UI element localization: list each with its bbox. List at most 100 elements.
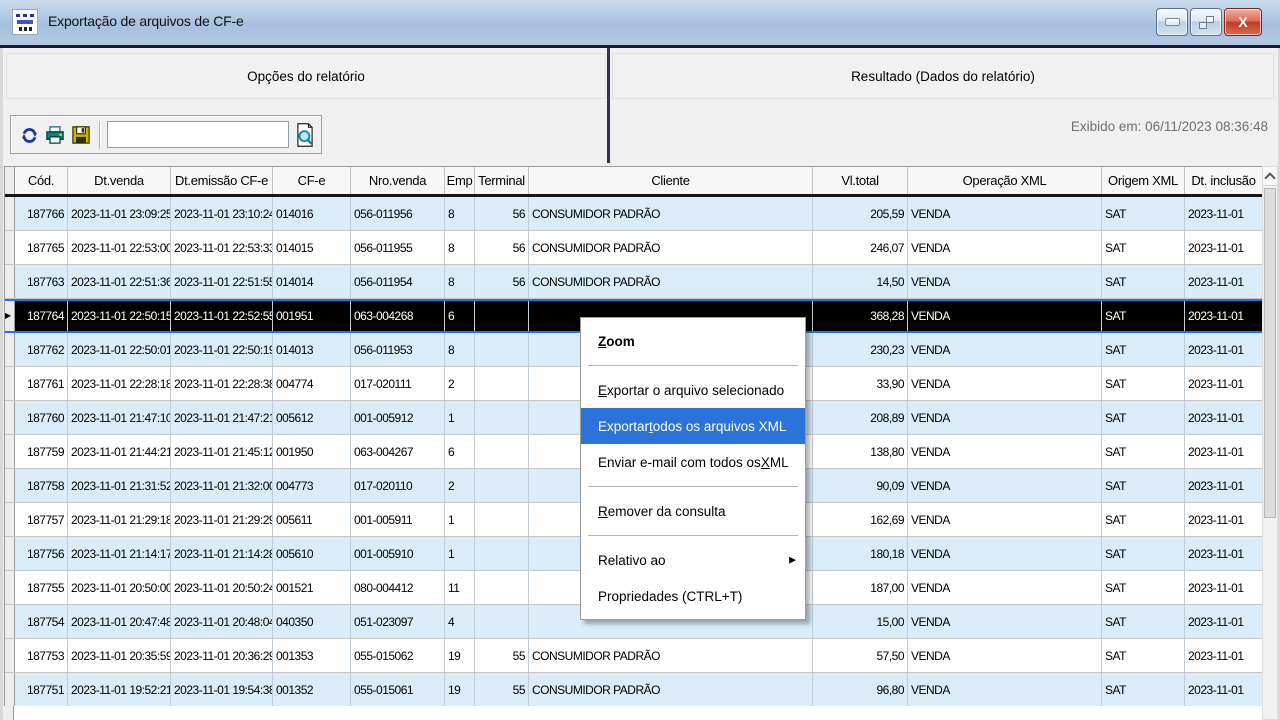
header-cell[interactable]: Terminal <box>475 167 529 194</box>
menu-item[interactable]: Relativo ao▶ <box>581 542 805 578</box>
restore-icon <box>1199 16 1214 29</box>
row-gutter <box>4 706 14 720</box>
table-cell: 2023-11-01 <box>1185 605 1263 638</box>
preview-button[interactable] <box>293 122 317 148</box>
table-cell: 57,50 <box>813 639 908 672</box>
table-cell: 187763 <box>15 265 68 298</box>
table-cell: 040350 <box>273 605 351 638</box>
table-cell: 014013 <box>273 333 351 366</box>
table-cell: 014014 <box>273 265 351 298</box>
table-cell: 2023-11-01 21:31:52 <box>68 469 171 502</box>
table-cell: VENDA <box>908 367 1102 400</box>
header-cell[interactable]: CF-e <box>273 167 351 194</box>
tab-results[interactable]: Resultado (Dados do relatório) <box>612 53 1274 99</box>
header-cell[interactable]: Dt.venda <box>68 167 171 194</box>
table-cell: 063-004268 <box>351 301 445 331</box>
close-button[interactable]: X <box>1224 8 1262 36</box>
table-cell: 2023-11-01 21:29:29 <box>171 503 273 536</box>
table-cell <box>475 367 529 400</box>
table-cell: 368,28 <box>813 301 908 331</box>
print-button[interactable] <box>43 122 67 148</box>
header-cell[interactable]: Nro.venda <box>351 167 445 194</box>
menu-separator <box>588 365 798 366</box>
table-cell <box>475 571 529 604</box>
table-cell: 2023-11-01 20:50:00 <box>68 571 171 604</box>
tab-label: Opções do relatório <box>247 69 365 84</box>
table-cell: SAT <box>1102 197 1185 230</box>
menu-item[interactable]: Exportar todos os arquivos XML <box>581 408 805 444</box>
table-cell: SAT <box>1102 639 1185 672</box>
search-input[interactable] <box>107 121 289 148</box>
table-cell: 017-020111 <box>351 367 445 400</box>
header-cell[interactable]: Cód. <box>15 167 68 194</box>
selected-row-marker: ▶ <box>5 312 11 320</box>
row-gutter <box>5 435 15 468</box>
table-cell: 2 <box>445 367 475 400</box>
table-row[interactable]: 1877662023-11-01 23:09:252023-11-01 23:1… <box>5 197 1263 231</box>
table-cell: 2023-11-01 21:32:00 <box>171 469 273 502</box>
minimize-button[interactable] <box>1156 8 1188 36</box>
menu-item[interactable]: Exportar o arquivo selecionado <box>581 372 805 408</box>
table-cell: 001-005911 <box>351 503 445 536</box>
table-cell: 2023-11-01 <box>1185 503 1263 536</box>
table-row[interactable]: 1877652023-11-01 22:53:002023-11-01 22:5… <box>5 231 1263 265</box>
table-row[interactable]: 1877532023-11-01 20:35:592023-11-01 20:3… <box>5 639 1263 673</box>
table-cell: 2023-11-01 <box>1185 197 1263 230</box>
table-cell: 187758 <box>15 469 68 502</box>
window-title: Exportação de arquivos de CF-e <box>48 13 244 29</box>
table-cell: 005612 <box>273 401 351 434</box>
tab-divider <box>607 48 610 163</box>
menu-item[interactable]: Propriedades (CTRL+T) <box>581 578 805 614</box>
header-cell[interactable]: Emp <box>445 167 475 194</box>
table-row[interactable]: 1877512023-11-01 19:52:212023-11-01 19:5… <box>5 673 1263 707</box>
table-cell: 2023-11-01 <box>1185 639 1263 672</box>
table-cell: 19 <box>445 673 475 706</box>
header-cell[interactable]: Cliente <box>529 167 813 194</box>
table-cell: VENDA <box>908 231 1102 264</box>
window-left-border <box>0 48 3 720</box>
vertical-scrollbar[interactable] <box>1262 166 1278 720</box>
table-cell: 180,18 <box>813 537 908 570</box>
table-cell: VENDA <box>908 537 1102 570</box>
scroll-up-button[interactable] <box>1263 167 1277 186</box>
save-button[interactable] <box>69 122 93 148</box>
table-cell: 056-011955 <box>351 231 445 264</box>
header-cell[interactable]: Origem XML <box>1102 167 1185 194</box>
table-cell: 2 <box>445 469 475 502</box>
header-cell[interactable]: Vl.total <box>813 167 908 194</box>
table-cell: SAT <box>1102 571 1185 604</box>
menu-item[interactable]: Remover da consulta <box>581 493 805 529</box>
table-cell: 001-005910 <box>351 537 445 570</box>
table-cell <box>475 333 529 366</box>
tab-report-options[interactable]: Opções do relatório <box>6 53 606 99</box>
table-cell: CONSUMIDOR PADRÃO <box>529 673 813 706</box>
refresh-button[interactable] <box>17 122 41 148</box>
menu-item[interactable]: Enviar e-mail com todos os XML <box>581 444 805 480</box>
table-cell: SAT <box>1102 231 1185 264</box>
table-cell: 205,59 <box>813 197 908 230</box>
table-cell: 001950 <box>273 435 351 468</box>
table-cell <box>475 469 529 502</box>
restore-button[interactable] <box>1190 8 1222 36</box>
table-cell: CONSUMIDOR PADRÃO <box>529 197 813 230</box>
table-cell: 063-004267 <box>351 435 445 468</box>
menu-separator <box>588 535 798 536</box>
header-cell[interactable]: Operação XML <box>908 167 1102 194</box>
table-cell: 2023-11-01 <box>1185 537 1263 570</box>
header-cell[interactable]: Dt. inclusão <box>1185 167 1263 194</box>
table-cell <box>475 605 529 638</box>
menu-item[interactable]: Zoom <box>581 323 805 359</box>
table-cell: 2023-11-01 22:53:33 <box>171 231 273 264</box>
table-row[interactable]: 1877632023-11-01 22:51:362023-11-01 22:5… <box>5 265 1263 299</box>
header-cell[interactable]: Dt.emissão CF-e <box>171 167 273 194</box>
table-cell: 246,07 <box>813 231 908 264</box>
displayed-at-label: Exibido em: 06/11/2023 08:36:48 <box>848 119 1268 134</box>
scroll-thumb[interactable] <box>1264 188 1276 518</box>
table-cell: 187759 <box>15 435 68 468</box>
table-cell: 56 <box>475 197 529 230</box>
partial-row <box>4 706 1262 720</box>
table-cell: VENDA <box>908 333 1102 366</box>
table-cell: 2023-11-01 22:53:00 <box>68 231 171 264</box>
table-cell: 187755 <box>15 571 68 604</box>
table-cell: 2023-11-01 21:47:10 <box>68 401 171 434</box>
